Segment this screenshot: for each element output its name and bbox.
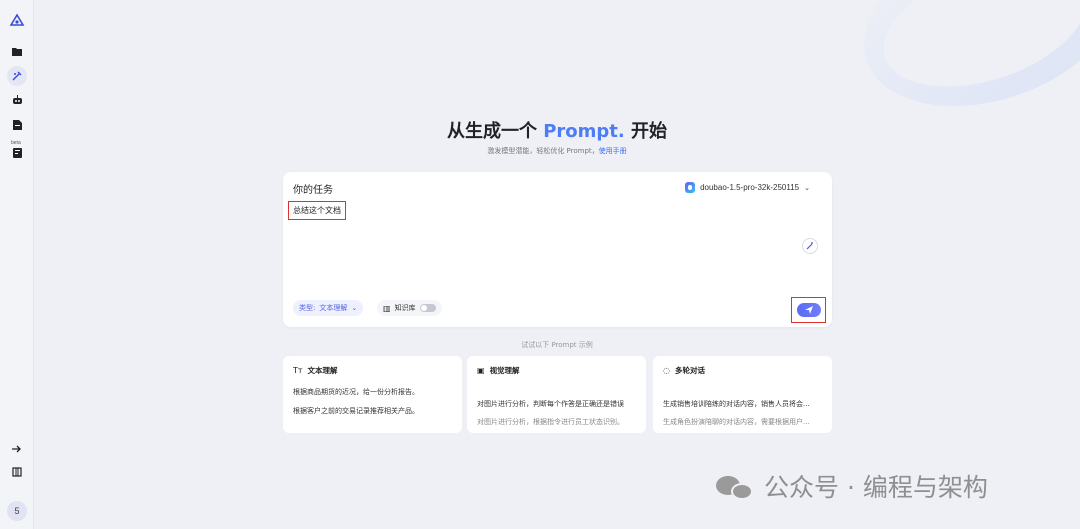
example-card-dialog[interactable]: ◌ 多轮对话 生成销售培训陪练的对话内容，销售人员将会... 生成角色扮演陪聊的… [653,356,832,433]
example-card-vision[interactable]: ▣ 视觉理解 对图片进行分析，判断每个作答是正确还是错误 对图片进行分析，根据指… [467,356,646,433]
type-selector[interactable]: 类型: 文本理解 ⌄ [293,300,364,316]
example-card-title: 视觉理解 [489,366,520,375]
task-input[interactable]: 总结这个文档 [288,201,346,220]
prompt-tool-icon[interactable] [7,66,27,86]
example-card-text[interactable]: Tт 文本理解 根据商品期货的近况，给一份分析报告。 根据客户之前的交易记录推荐… [283,356,462,433]
page-title: 从生成一个 Prompt. 开始 [0,117,1080,143]
arrow-right-icon[interactable] [7,439,27,459]
toggle-switch[interactable] [419,304,436,312]
model-logo-icon [685,182,696,193]
example-item[interactable]: 根据客户之前的交易记录推荐相关产品。 [293,406,419,416]
folder-icon[interactable] [7,41,27,61]
robot-icon[interactable] [7,90,27,110]
task-label: 你的任务 [293,185,333,196]
example-item[interactable]: 生成角色扮演陪聊的对话内容，需要根据用户... [663,417,810,427]
send-icon [804,306,813,314]
watermark-text: 公众号 · 编程与架构 [764,473,988,502]
subtitle-text: 激发模型潜能，轻松优化 Prompt， [487,147,599,155]
text-type-icon: Tт [293,366,303,375]
title-accent: Prompt. [543,121,625,142]
chevron-down-icon: ⌄ [351,304,358,312]
avatar[interactable]: 5 [7,501,27,521]
watermark: 公众号 · 编程与架构 [716,468,988,504]
send-button-highlight [791,297,826,323]
type-value: 文本理解 [319,304,348,312]
image-icon: ▣ [477,366,485,375]
example-item[interactable]: 对图片进行分析，判断每个作答是正确还是错误 [477,399,624,409]
model-name: doubao-1.5-pro-32k-250115 [700,183,800,192]
manual-link[interactable]: 使用手册 [599,147,627,155]
logo-icon[interactable] [7,10,27,30]
wechat-icon [716,472,756,500]
example-card-header: Tт 文本理解 [293,365,338,376]
sidebar: beta 5 [0,0,34,529]
example-card-header: ▣ 视觉理解 [477,365,520,376]
send-button[interactable] [796,303,821,317]
chat-icon: ◌ [663,366,670,375]
library-icon[interactable] [7,462,27,482]
task-card: 你的任务 doubao-1.5-pro-32k-250115 ⌄ 总结这个文档 … [283,172,832,327]
example-item[interactable]: 根据商品期货的近况，给一份分析报告。 [293,387,419,397]
model-selector[interactable]: doubao-1.5-pro-32k-250115 ⌄ [685,182,810,193]
knowledge-base-label: 知识库 [394,304,416,312]
knowledge-base-icon: ▥ [383,303,391,313]
example-card-title: 多轮对话 [674,366,705,375]
examples-hint: 试试以下 Prompt 示例 [521,341,593,349]
title-suffix: 开始 [624,121,668,142]
knowledge-base-toggle[interactable]: ▥ 知识库 [377,300,442,316]
type-prefix: 类型: [299,304,316,312]
example-card-title: 文本理解 [307,366,338,375]
chevron-down-icon: ⌄ [804,184,810,192]
title-prefix: 从生成一个 [446,121,544,142]
magic-wand-icon [806,242,813,250]
magic-wand-button[interactable] [802,238,818,254]
example-item[interactable]: 生成销售培训陪练的对话内容，销售人员将会... [663,399,810,409]
example-card-header: ◌ 多轮对话 [663,365,705,376]
example-item[interactable]: 对图片进行分析，根据指令进行员工状态识别。 [477,417,624,427]
page-subtitle: 激发模型潜能，轻松优化 Prompt，使用手册 [0,146,1080,156]
